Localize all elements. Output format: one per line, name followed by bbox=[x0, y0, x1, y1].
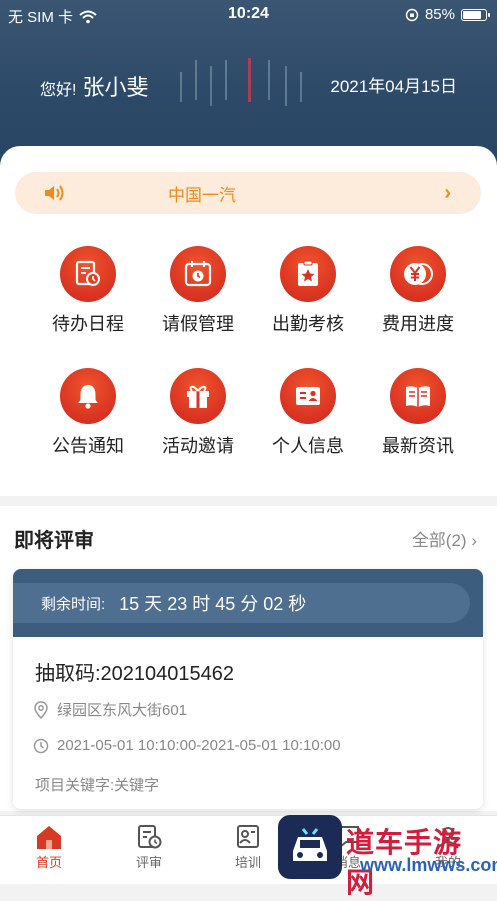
grid-item-schedule[interactable]: 待办日程 bbox=[33, 246, 143, 336]
decor-line bbox=[195, 60, 197, 100]
grid-item-profile[interactable]: 个人信息 bbox=[253, 368, 363, 458]
tab-home[interactable]: 首页 bbox=[9, 824, 89, 871]
decor-line bbox=[300, 72, 302, 102]
view-all-label: 全部(2) bbox=[411, 531, 467, 550]
keywords-row: 项目关键字:关键字 bbox=[35, 774, 159, 795]
current-date: 2021年04月15日 bbox=[330, 77, 457, 96]
grid-item-announcement[interactable]: 公告通知 bbox=[33, 368, 143, 458]
upcoming-review-section: 即将评审 全部(2) › 剩余时间: 15 天 23 时 45 分 02 秒 抽… bbox=[0, 506, 497, 811]
grid-label: 出勤考核 bbox=[272, 314, 344, 334]
grid-item-activity[interactable]: 活动邀请 bbox=[143, 368, 253, 458]
grid-label: 活动邀请 bbox=[162, 436, 234, 456]
grid-label: 费用进度 bbox=[382, 314, 454, 334]
countdown-pill: 剩余时间: 15 天 23 时 45 分 02 秒 bbox=[13, 583, 470, 623]
tab-label: 首页 bbox=[35, 855, 62, 870]
view-all-link[interactable]: 全部(2) › bbox=[412, 526, 477, 551]
decor-line bbox=[268, 60, 270, 100]
battery-icon bbox=[461, 8, 490, 21]
location-pin-icon bbox=[34, 700, 48, 719]
grid-item-leave[interactable]: 请假管理 bbox=[143, 246, 253, 336]
gift-icon bbox=[170, 368, 226, 424]
schedule-icon bbox=[60, 246, 116, 302]
review-icon bbox=[138, 825, 162, 849]
grid-label: 公告通知 bbox=[52, 436, 124, 456]
grid-label: 待办日程 bbox=[52, 314, 124, 334]
site-watermark: 道车手游网 www.lmwws.com bbox=[278, 813, 497, 898]
user-name: 张小斐 bbox=[82, 75, 149, 100]
remaining-label: 剩余时间: bbox=[41, 595, 106, 613]
tab-training[interactable]: 培训 bbox=[208, 824, 288, 871]
clock-icon bbox=[33, 738, 49, 753]
notice-bar[interactable]: 中国一汽 › bbox=[15, 172, 481, 214]
status-bar: 无 SIM 卡 10:24 85% bbox=[0, 0, 497, 30]
decor-line bbox=[210, 66, 212, 106]
id-card-icon bbox=[280, 368, 336, 424]
notice-text: 中国一汽 bbox=[168, 185, 236, 205]
tab-review[interactable]: 评审 bbox=[109, 824, 189, 871]
remaining-value: 15 天 23 时 45 分 02 秒 bbox=[119, 594, 307, 614]
orientation-lock-icon bbox=[405, 8, 419, 21]
home-icon bbox=[37, 826, 61, 849]
star-clipboard-icon bbox=[280, 246, 336, 302]
time-row: 2021-05-01 10:10:00-2021-05-01 10:10:00 bbox=[33, 737, 341, 754]
time-range-text: 2021-05-01 10:10:00-2021-05-01 10:10:00 bbox=[57, 737, 341, 754]
section-title: 即将评审 bbox=[14, 530, 94, 552]
chevron-right-icon: › bbox=[444, 182, 451, 204]
decor-line bbox=[180, 72, 182, 102]
grid-label: 请假管理 bbox=[162, 314, 234, 334]
tab-label: 培训 bbox=[234, 855, 261, 870]
main-card: 中国一汽 › 待办日程 请假管理 出勤考核 费用进度 公告通知 活动邀请 个人信… bbox=[0, 146, 497, 496]
news-book-icon bbox=[390, 368, 446, 424]
decor-line bbox=[225, 60, 227, 100]
tab-label: 评审 bbox=[135, 855, 162, 870]
grid-item-attendance[interactable]: 出勤考核 bbox=[253, 246, 363, 336]
extraction-code: 抽取码:202104015462 bbox=[35, 663, 235, 685]
keywords-text: 项目关键字:关键字 bbox=[35, 777, 160, 794]
greeting: 您好! 张小斐 bbox=[40, 70, 148, 102]
address-row: 绿园区东风大街601 bbox=[33, 699, 187, 720]
grid-label: 个人信息 bbox=[272, 436, 344, 456]
training-icon bbox=[237, 825, 259, 848]
decor-line bbox=[248, 58, 251, 102]
car-logo-icon bbox=[278, 815, 342, 879]
countdown-bar: 剩余时间: 15 天 23 时 45 分 02 秒 bbox=[13, 569, 483, 637]
review-card[interactable]: 剩余时间: 15 天 23 时 45 分 02 秒 抽取码:2021040154… bbox=[13, 569, 483, 809]
chevron-right-icon: › bbox=[471, 531, 477, 550]
grid-item-expense[interactable]: 费用进度 bbox=[363, 246, 473, 336]
watermark-url: www.lmwws.com bbox=[360, 855, 497, 875]
yen-coin-icon bbox=[390, 246, 446, 302]
grid-item-news[interactable]: 最新资讯 bbox=[363, 368, 473, 458]
battery-percent: 85% bbox=[424, 6, 455, 23]
calendar-clock-icon bbox=[170, 246, 226, 302]
decor-line bbox=[285, 66, 287, 106]
grid-label: 最新资讯 bbox=[382, 436, 454, 456]
bell-icon bbox=[60, 368, 116, 424]
greeting-text: 您好! bbox=[40, 82, 77, 99]
address-text: 绿园区东风大街601 bbox=[57, 702, 188, 719]
